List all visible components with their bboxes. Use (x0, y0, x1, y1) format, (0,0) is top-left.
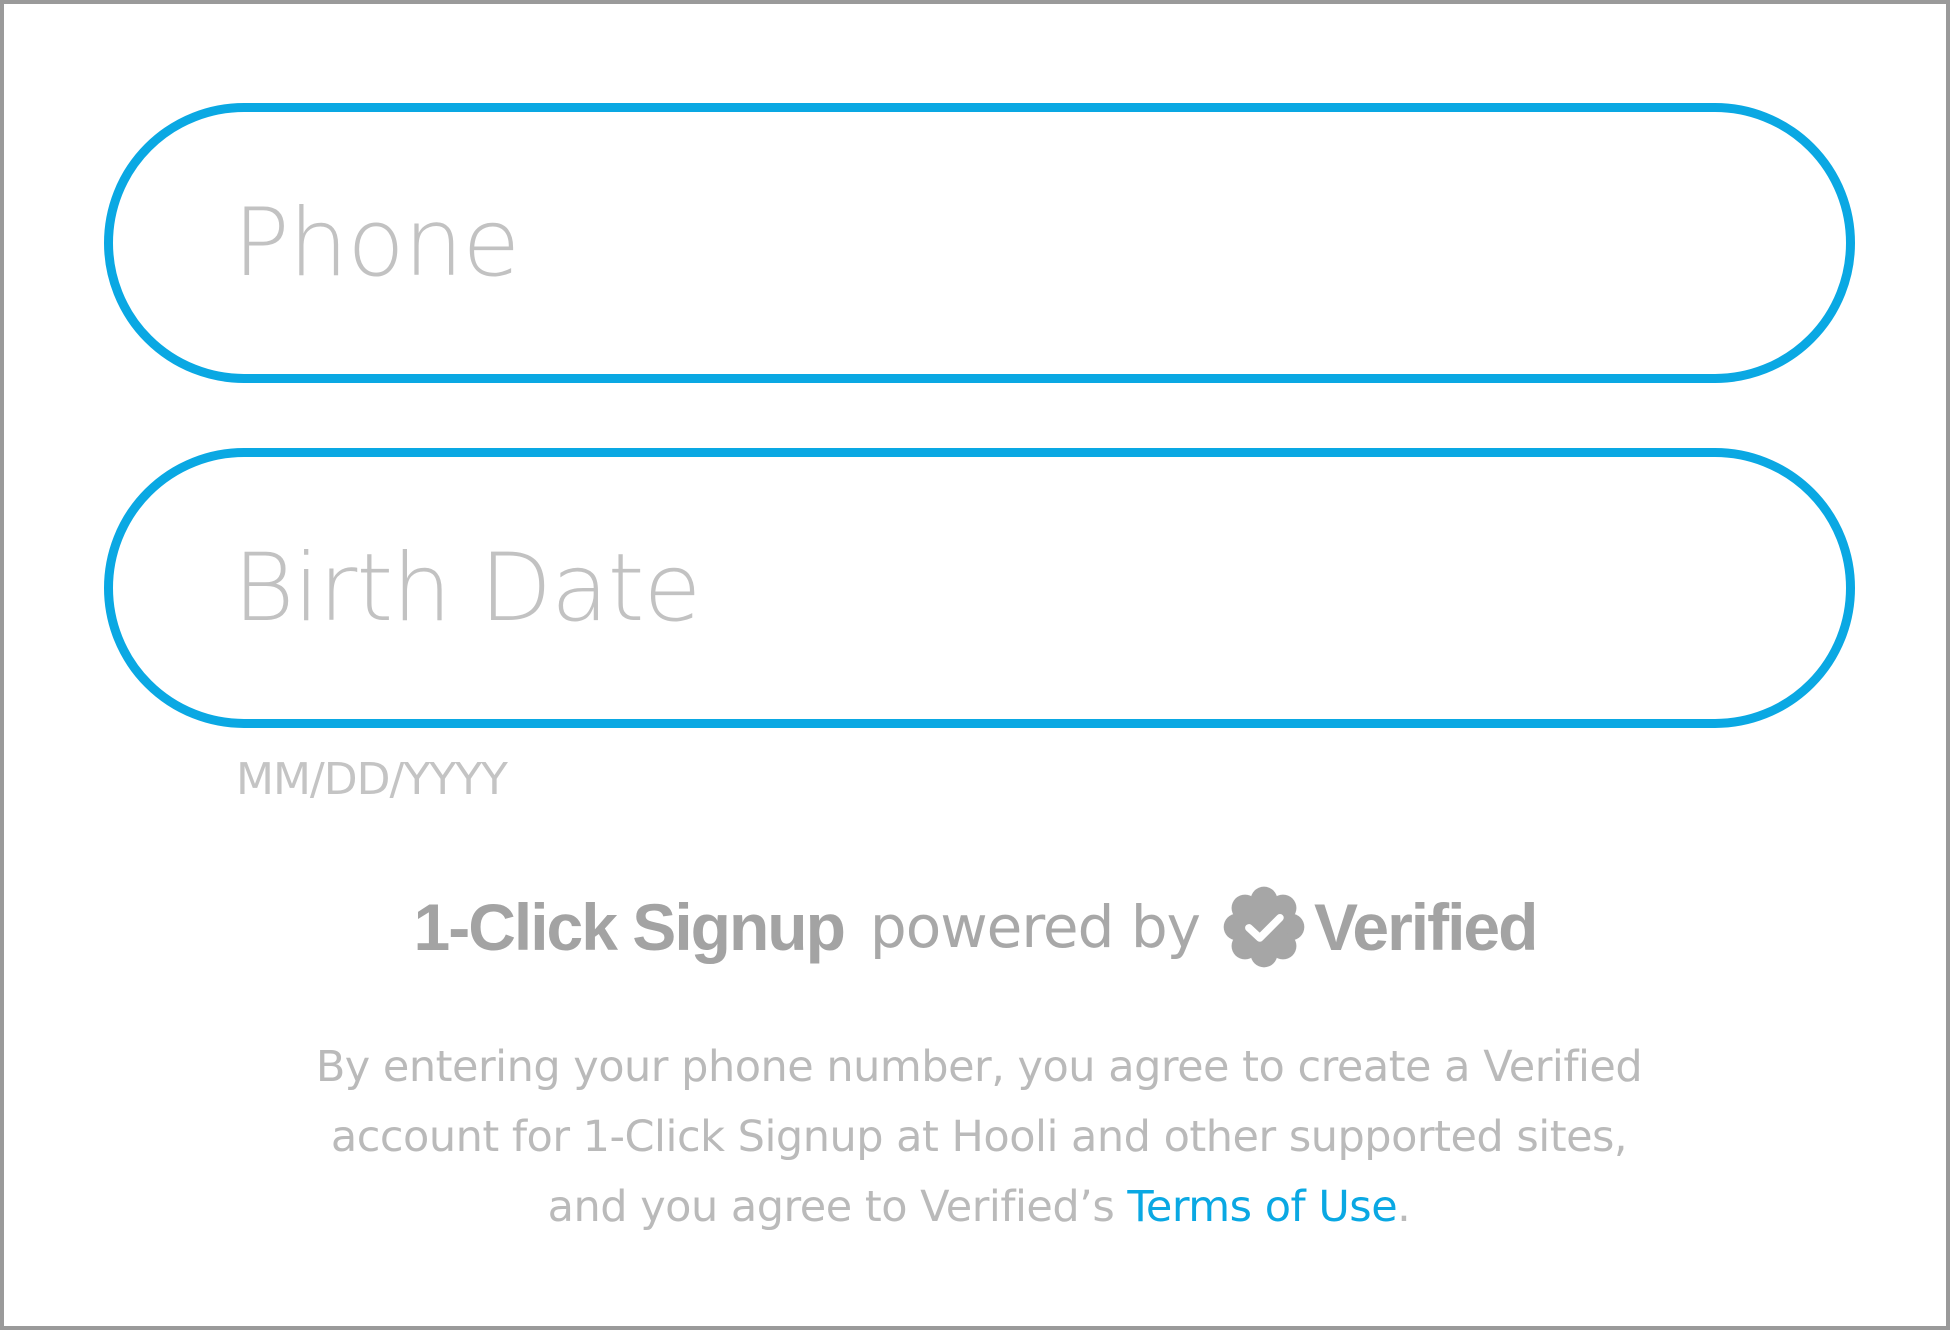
legal-line-3: and you agree to Verified’s Terms of Use… (204, 1172, 1754, 1242)
signup-card: MM/DD/YYYY 1-Click Signup powered by (0, 0, 1950, 1330)
phone-input[interactable] (233, 112, 1713, 374)
terms-of-use-link[interactable]: Terms of Use (1127, 1182, 1397, 1232)
phone-field[interactable] (104, 103, 1855, 383)
legal-line-3-prefix: and you agree to Verified’s (547, 1182, 1115, 1232)
verified-brand: Verified (1314, 890, 1538, 964)
legal-line-2: account for 1-Click Signup at Hooli and … (330, 1112, 1628, 1162)
powered-by-line: 1-Click Signup powered by Verified (4, 882, 1946, 972)
legal-notice: By entering your phone number, you agree… (204, 1032, 1754, 1242)
powered-by-text: powered by (869, 893, 1201, 961)
birth-date-format-hint: MM/DD/YYYY (236, 754, 508, 805)
legal-line-1: By entering your phone number, you agree… (315, 1042, 1643, 1092)
verified-badge-icon (1222, 885, 1306, 969)
legal-line-3-suffix: . (1397, 1182, 1411, 1232)
birth-date-field[interactable] (104, 448, 1855, 728)
birth-date-input[interactable] (233, 457, 1713, 719)
one-click-signup-brand: 1-Click Signup (413, 890, 846, 964)
